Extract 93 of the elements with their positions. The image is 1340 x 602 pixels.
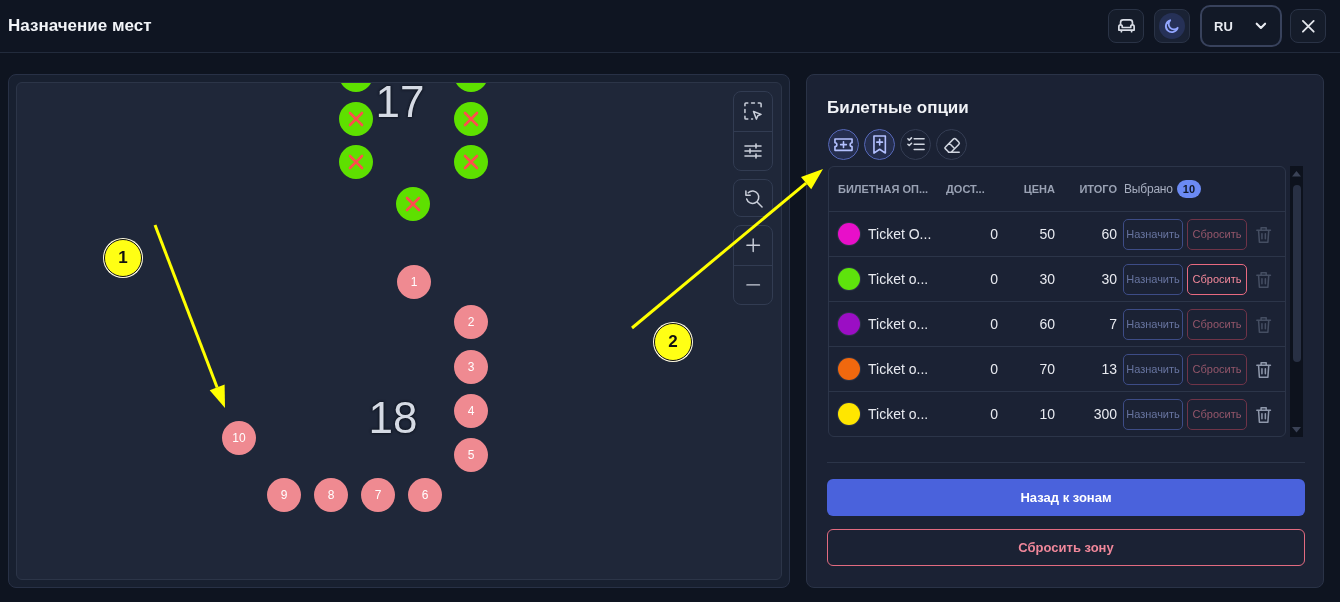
seat[interactable] — [396, 187, 430, 221]
ticket-name: Ticket o... — [868, 316, 929, 332]
column-header: ИТОГО — [1079, 183, 1118, 195]
seat[interactable]: 9 — [267, 478, 301, 512]
total-value: 7 — [1109, 316, 1118, 332]
seat-view-button[interactable] — [1108, 9, 1144, 43]
available-count: 0 — [990, 316, 999, 332]
assign-button[interactable]: Назначить — [1123, 263, 1183, 295]
armchair-icon — [1117, 19, 1135, 33]
seat[interactable]: 7 — [361, 478, 395, 512]
add-bookmark-button[interactable] — [864, 129, 895, 160]
price-value: 30 — [1039, 271, 1056, 287]
chevron-down-icon — [1256, 23, 1266, 29]
cross-icon — [463, 154, 479, 170]
section-label: 17 — [374, 85, 426, 119]
seat[interactable]: 6 — [408, 478, 442, 512]
theme-toggle-button[interactable] — [1154, 9, 1190, 43]
panel-title: Билетные опции — [827, 97, 969, 119]
price-value: 60 — [1039, 316, 1056, 332]
seat[interactable] — [339, 83, 373, 92]
seat[interactable] — [339, 102, 373, 136]
assign-button[interactable]: Назначить — [1123, 398, 1183, 430]
seat[interactable]: 2 — [454, 305, 488, 339]
zoom-reset-icon — [743, 188, 763, 208]
close-icon — [1301, 19, 1315, 33]
trash-icon — [1256, 225, 1272, 243]
available-count: 0 — [990, 361, 999, 377]
seat[interactable]: 8 — [314, 478, 348, 512]
seat[interactable]: 5 — [454, 438, 488, 472]
seat[interactable] — [454, 83, 488, 92]
column-header: ДОСТ... — [946, 183, 985, 195]
add-ticket-button[interactable] — [828, 129, 859, 160]
minus-icon — [745, 284, 761, 286]
selected-count: 10 — [1176, 180, 1201, 198]
cross-icon — [348, 154, 364, 170]
available-count: 0 — [990, 406, 999, 422]
price-value: 10 — [1039, 406, 1056, 422]
available-count: 0 — [990, 226, 999, 242]
reset-button[interactable]: Сбросить — [1187, 308, 1247, 340]
sliders-icon — [744, 143, 762, 159]
eraser-icon — [942, 135, 961, 154]
price-value: 70 — [1039, 361, 1056, 377]
ticket-name: Ticket o... — [868, 361, 929, 377]
ticket-plus-icon — [834, 137, 853, 152]
seat[interactable]: 10 — [222, 421, 256, 455]
cross-icon — [348, 111, 364, 127]
trash-icon — [1256, 360, 1272, 378]
ticket-name: Ticket O... — [868, 226, 932, 242]
page-title: Назначение мест — [8, 16, 152, 36]
close-button[interactable] — [1290, 9, 1326, 43]
reset-button[interactable]: Сбросить — [1187, 263, 1247, 295]
assign-button[interactable]: Назначить — [1123, 353, 1183, 385]
bookmark-plus-icon — [872, 135, 887, 154]
total-value: 30 — [1101, 271, 1118, 287]
reset-button[interactable]: Сбросить — [1187, 353, 1247, 385]
ticket-name: Ticket o... — [868, 406, 929, 422]
reset-button[interactable]: Сбросить — [1187, 398, 1247, 430]
cross-icon — [405, 196, 421, 212]
total-value: 300 — [1093, 406, 1118, 422]
ticket-name: Ticket o... — [868, 271, 929, 287]
reset-zoom-button[interactable] — [733, 179, 773, 217]
moon-icon — [1159, 13, 1185, 39]
section-label: 18 — [367, 401, 419, 435]
back-to-zones-button[interactable]: Назад к зонам — [827, 479, 1305, 516]
trash-icon — [1256, 270, 1272, 288]
column-header: БИЛЕТНАЯ ОП... — [838, 183, 929, 195]
trash-icon — [1256, 405, 1272, 423]
seat[interactable] — [339, 145, 373, 179]
available-count: 0 — [990, 271, 999, 287]
price-value: 50 — [1039, 226, 1056, 242]
scroll-down-icon — [1292, 426, 1301, 432]
selection-icon — [743, 102, 763, 121]
seat[interactable]: 3 — [454, 350, 488, 384]
reset-button[interactable]: Сбросить — [1187, 218, 1247, 250]
language-select[interactable]: RU — [1200, 5, 1282, 47]
cross-icon — [463, 111, 479, 127]
reset-zone-button[interactable]: Сбросить зону — [827, 529, 1305, 566]
seat[interactable]: 1 — [397, 265, 431, 299]
total-value: 13 — [1101, 361, 1118, 377]
assign-button[interactable]: Назначить — [1123, 218, 1183, 250]
seat[interactable] — [454, 145, 488, 179]
column-header: Выбрано — [1124, 182, 1173, 196]
list-icon — [906, 137, 925, 152]
seat[interactable] — [454, 102, 488, 136]
assign-button[interactable]: Назначить — [1123, 308, 1183, 340]
plus-icon — [745, 238, 761, 253]
total-value: 60 — [1101, 226, 1118, 242]
trash-icon — [1256, 315, 1272, 333]
scroll-up-icon — [1292, 171, 1301, 177]
column-header: ЦЕНА — [1023, 183, 1056, 195]
scrollbar[interactable] — [1290, 166, 1303, 437]
scrollbar-thumb[interactable] — [1292, 185, 1301, 363]
seat[interactable]: 4 — [454, 394, 488, 428]
